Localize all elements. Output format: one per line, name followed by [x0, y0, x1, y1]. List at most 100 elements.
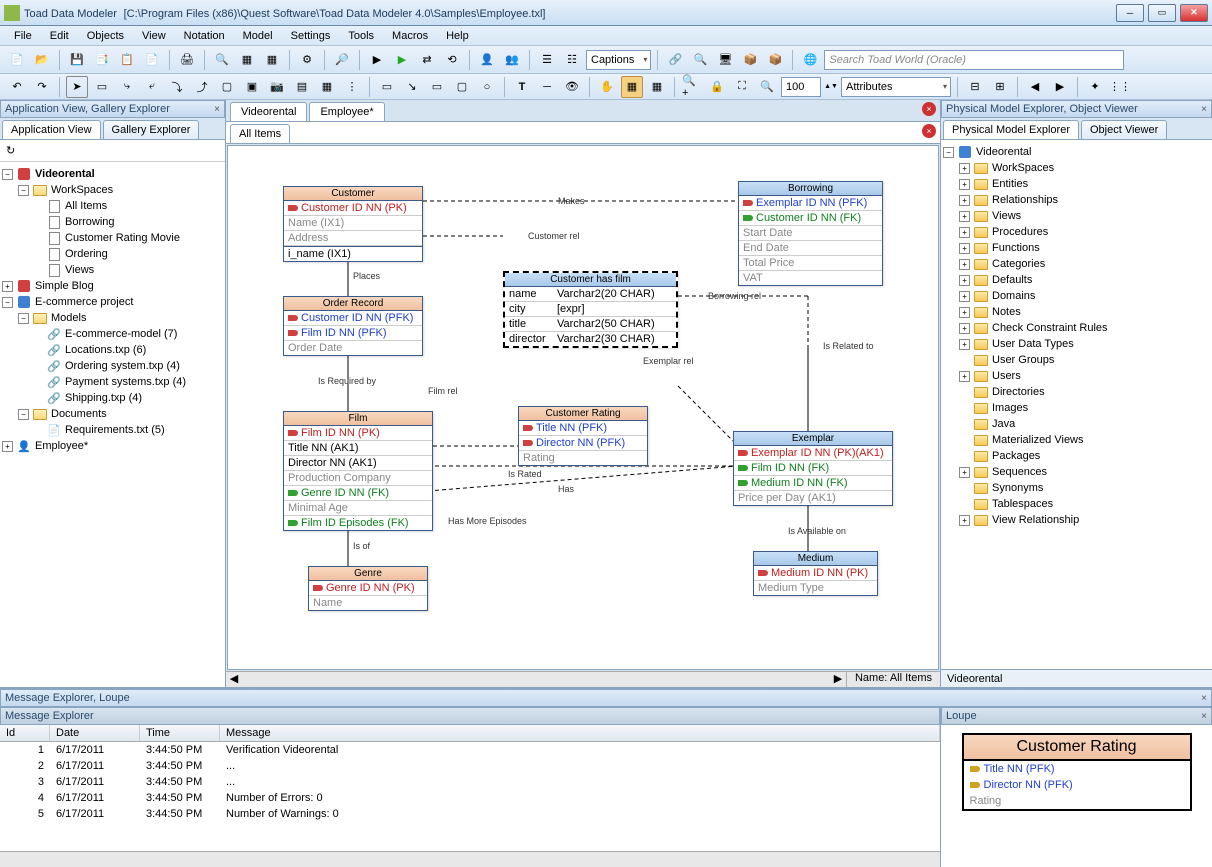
subtab-allitems[interactable]: All Items — [230, 124, 290, 143]
world-icon[interactable]: 🌐 — [799, 49, 821, 71]
tab-gallery-explorer[interactable]: Gallery Explorer — [103, 120, 200, 139]
tree-item[interactable]: Ordering — [2, 246, 223, 262]
zoom-input[interactable] — [781, 77, 821, 97]
expand-icon[interactable]: − — [943, 147, 954, 158]
select-icon[interactable]: ▦ — [621, 76, 643, 98]
tree-item[interactable]: 🔗Locations.txp (6) — [2, 342, 223, 358]
close-subtab-icon[interactable]: × — [922, 124, 936, 138]
rel3-icon[interactable]: ⤵ — [166, 76, 188, 98]
play-icon[interactable]: ▶ — [391, 49, 413, 71]
align2-icon[interactable]: ⊞ — [989, 76, 1011, 98]
entity-customer[interactable]: Customer Customer ID NN (PK) Name (IX1) … — [283, 186, 423, 262]
tree-item[interactable]: User Groups — [943, 352, 1210, 368]
expand-icon[interactable]: + — [959, 259, 970, 270]
doctab-videorental[interactable]: Videorental — [230, 102, 307, 121]
copy-icon[interactable]: 📋 — [116, 49, 138, 71]
minimize-button[interactable]: ─ — [1116, 4, 1144, 22]
message-row[interactable]: 16/17/20113:44:50 PMVerification Videore… — [0, 742, 940, 758]
attributes-combo[interactable]: Attributes — [841, 77, 951, 97]
new-icon[interactable]: 📄 — [6, 49, 28, 71]
tree-item[interactable]: +Views — [943, 208, 1210, 224]
close-panel-icon[interactable]: × — [1201, 711, 1207, 722]
grid2-icon[interactable]: ⋮ — [341, 76, 363, 98]
tree-item[interactable]: +WorkSpaces — [943, 160, 1210, 176]
tree-item[interactable]: +Sequences — [943, 464, 1210, 480]
doctab-employee[interactable]: Employee* — [309, 102, 384, 121]
expand-icon[interactable]: + — [959, 211, 970, 222]
expand-icon[interactable]: + — [959, 227, 970, 238]
hand-icon[interactable]: ✋ — [596, 76, 618, 98]
paste-icon[interactable]: 📄 — [141, 49, 163, 71]
refresh-icon[interactable]: ↻ — [6, 144, 15, 157]
close-button[interactable]: ✕ — [1180, 4, 1208, 22]
expand-icon[interactable]: + — [2, 281, 13, 292]
tab-application-view[interactable]: Application View — [2, 120, 101, 139]
entity-borrowing[interactable]: Borrowing Exemplar ID NN (PFK) Customer … — [738, 181, 883, 286]
tree-item[interactable]: +Defaults — [943, 272, 1210, 288]
zoomin-icon[interactable]: 🔍+ — [681, 76, 703, 98]
gear-icon[interactable]: ⚙ — [296, 49, 318, 71]
entity-genre[interactable]: Genre Genre ID NN (PK) Name — [308, 566, 428, 611]
expand-icon[interactable]: + — [959, 515, 970, 526]
tree-item[interactable]: Java — [943, 416, 1210, 432]
nav1-icon[interactable]: ◀ — [1024, 76, 1046, 98]
page-icon[interactable]: ▭ — [376, 76, 398, 98]
tree-item[interactable]: +Procedures — [943, 224, 1210, 240]
model-tree[interactable]: −Videorental +WorkSpaces+Entities+Relati… — [941, 140, 1212, 669]
tree-item[interactable]: +Relationships — [943, 192, 1210, 208]
scrollbar-h[interactable]: ◀ ▶ Name: All Items — [226, 671, 940, 687]
nav2-icon[interactable]: ▶ — [1049, 76, 1071, 98]
shape2-icon[interactable]: ▢ — [451, 76, 473, 98]
message-grid[interactable]: Id Date Time Message 16/17/20113:44:50 P… — [0, 725, 940, 851]
application-tree[interactable]: −Videorental −WorkSpaces All Items Borro… — [0, 162, 225, 687]
pointer-icon[interactable]: ➤ — [66, 76, 88, 98]
entity-film[interactable]: Film Film ID NN (PK) Title NN (AK1) Dire… — [283, 411, 433, 531]
tree-item[interactable]: Customer Rating Movie — [2, 230, 223, 246]
tree-item[interactable]: +User Data Types — [943, 336, 1210, 352]
tree-item[interactable]: +Users — [943, 368, 1210, 384]
expand-icon[interactable]: − — [2, 297, 13, 308]
expand-icon[interactable]: + — [959, 243, 970, 254]
expand-icon[interactable]: − — [18, 185, 29, 196]
diagram-canvas[interactable]: Customer Customer ID NN (PK) Name (IX1) … — [227, 145, 939, 670]
expand-icon[interactable]: + — [959, 291, 970, 302]
tree-item[interactable]: All Items — [2, 198, 223, 214]
tree-item[interactable]: +View Relationship — [943, 512, 1210, 528]
sparkle-icon[interactable]: ✦ — [1084, 76, 1106, 98]
monitor-icon[interactable]: 🖥 — [714, 49, 736, 71]
tree-item[interactable]: +Entities — [943, 176, 1210, 192]
tree-item[interactable]: Materialized Views — [943, 432, 1210, 448]
menu-macros[interactable]: Macros — [384, 28, 436, 44]
expand-icon[interactable]: + — [959, 195, 970, 206]
tab-physical-model[interactable]: Physical Model Explorer — [943, 120, 1079, 139]
expand-icon[interactable]: + — [959, 339, 970, 350]
dots-icon[interactable]: ⋮⋮ — [1109, 76, 1131, 98]
message-row[interactable]: 36/17/20113:44:50 PM... — [0, 774, 940, 790]
tree-item[interactable]: Borrowing — [2, 214, 223, 230]
menu-settings[interactable]: Settings — [283, 28, 339, 44]
layout2-icon[interactable]: ▦ — [261, 49, 283, 71]
tree-item[interactable]: 🔗Payment systems.txp (4) — [2, 374, 223, 390]
expand-icon[interactable]: + — [959, 323, 970, 334]
select2-icon[interactable]: ▦ — [646, 76, 668, 98]
saveall-icon[interactable]: 📑 — [91, 49, 113, 71]
tree-item[interactable]: +Categories — [943, 256, 1210, 272]
eye-icon[interactable]: 👁 — [561, 76, 583, 98]
expand-icon[interactable]: + — [959, 163, 970, 174]
close-panel-icon[interactable]: × — [1201, 104, 1207, 115]
entity-exemplar[interactable]: Exemplar Exemplar ID NN (PK)(AK1) Film I… — [733, 431, 893, 506]
entity-order-record[interactable]: Order Record Customer ID NN (PFK) Film I… — [283, 296, 423, 356]
print-icon[interactable]: 🖨 — [176, 49, 198, 71]
message-row[interactable]: 46/17/20113:44:50 PMNumber of Errors: 0 — [0, 790, 940, 806]
grid-icon[interactable]: ▦ — [316, 76, 338, 98]
expand-icon[interactable]: − — [2, 169, 13, 180]
captions-combo[interactable]: Captions — [586, 50, 651, 70]
message-row[interactable]: 26/17/20113:44:50 PM... — [0, 758, 940, 774]
zoomout-icon[interactable]: 🔍 — [756, 76, 778, 98]
close-panel-icon[interactable]: × — [1201, 693, 1207, 704]
menu-view[interactable]: View — [134, 28, 174, 44]
tree-item[interactable]: 🔗Shipping.txp (4) — [2, 390, 223, 406]
tree-item[interactable]: Views — [2, 262, 223, 278]
menu-help[interactable]: Help — [438, 28, 477, 44]
menu-model[interactable]: Model — [235, 28, 281, 44]
